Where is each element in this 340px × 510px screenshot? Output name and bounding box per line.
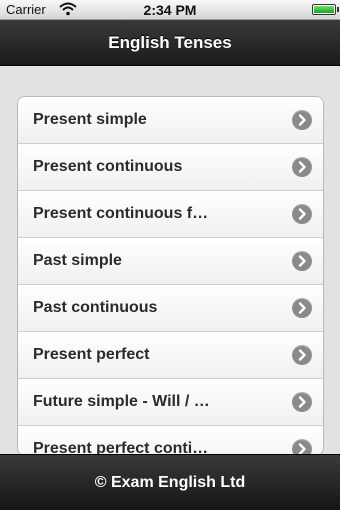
chevron-right-circle-icon — [292, 392, 312, 412]
status-bar: Carrier 2:34 PM — [0, 0, 340, 20]
list-item-label: Present continuous f… — [33, 205, 209, 222]
footer-bar: © Exam English Ltd — [0, 454, 340, 510]
status-time: 2:34 PM — [143, 2, 197, 18]
copyright-text: © Exam English Ltd — [94, 474, 246, 491]
chevron-right-circle-icon — [292, 204, 312, 224]
list-item-label: Present continuous — [33, 158, 183, 175]
list-item-present-simple[interactable]: Present simple — [18, 97, 323, 144]
chevron-right-circle-icon — [292, 298, 312, 318]
list-item-label: Present perfect conti… — [33, 440, 209, 456]
list-item-label: Past simple — [33, 252, 122, 269]
list-item-present-continuous[interactable]: Present continuous — [18, 144, 323, 191]
list-item-label: Past continuous — [33, 299, 158, 316]
list-item-label: Present perfect — [33, 346, 150, 363]
list-item-present-perfect-continuous[interactable]: Present perfect conti… — [18, 426, 323, 456]
list-item-label: Future simple - Will / … — [33, 393, 210, 410]
chevron-right-circle-icon — [292, 345, 312, 365]
tenses-list: Present simple Present continuous Presen… — [17, 96, 324, 456]
chevron-right-circle-icon — [292, 110, 312, 130]
battery-icon — [312, 4, 339, 15]
list-item-label: Present simple — [33, 111, 147, 128]
chevron-right-circle-icon — [292, 251, 312, 271]
list-item-past-simple[interactable]: Past simple — [18, 238, 323, 285]
chevron-right-circle-icon — [292, 157, 312, 177]
page-title: English Tenses — [108, 33, 232, 52]
list-item-present-perfect[interactable]: Present perfect — [18, 332, 323, 379]
list-item-future-simple-will[interactable]: Future simple - Will / … — [18, 379, 323, 426]
nav-bar: English Tenses — [0, 20, 340, 66]
list-item-past-continuous[interactable]: Past continuous — [18, 285, 323, 332]
list-item-present-continuous-future[interactable]: Present continuous f… — [18, 191, 323, 238]
